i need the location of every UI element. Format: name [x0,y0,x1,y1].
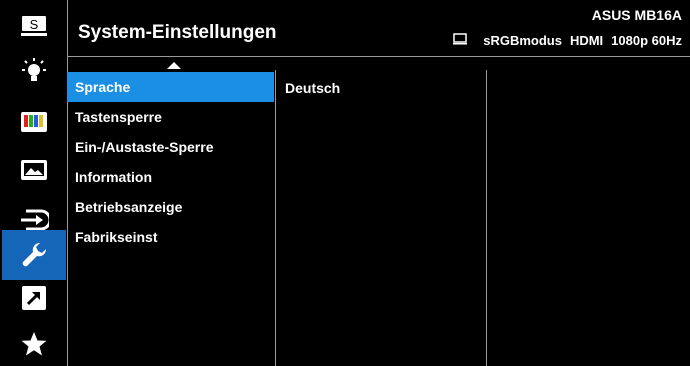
status-resolution: 1080p 60Hz [611,33,682,48]
menu-item-ein-austaste-sperre[interactable]: Ein-/Austaste-Sperre [67,132,274,162]
light-bulb-icon [22,58,46,81]
sidebar-item-blue-light-filter[interactable] [2,52,66,92]
color-bars-icon [21,112,47,132]
status-bar: sRGBmodus HDMI 1080p 60Hz [453,33,682,48]
sidebar-item-splendid[interactable]: S [2,6,66,46]
sidebar: S [2,6,66,366]
menu-item-fabrikseinst[interactable]: Fabrikseinst [67,222,274,252]
model-name: ASUS MB16A [591,7,682,23]
scroll-up-icon[interactable] [167,62,181,69]
wrench-icon [22,242,47,267]
monitor-icon [453,33,468,48]
sidebar-item-system-setup[interactable] [2,230,66,280]
sidebar-item-image[interactable] [2,150,66,190]
sidebar-item-color[interactable] [2,102,66,142]
sidebar-item-shortcut[interactable] [2,278,66,318]
menu-item-sprache[interactable]: Sprache [67,72,274,102]
splendid-glyph: S [30,17,39,32]
column-divider-1 [275,70,276,366]
image-icon [21,160,47,180]
page-title: System-Einstellungen [78,22,277,43]
submenu-value[interactable]: Deutsch [285,80,340,96]
sidebar-item-my-favorite[interactable] [2,324,66,364]
menu-item-tastensperre[interactable]: Tastensperre [67,102,274,132]
splendid-s-icon: S [21,16,47,36]
osd-menu: S System-Einstellungen ASUS MB16A sRGBmo… [0,0,690,366]
status-input: HDMI [569,33,604,48]
header-divider [67,56,690,57]
column-divider-2 [486,70,487,366]
menu-item-betriebsanzeige[interactable]: Betriebsanzeige [67,192,274,222]
star-icon [21,332,47,356]
status-mode: sRGBmodus [483,33,562,48]
menu-item-information[interactable]: Information [67,162,274,192]
shortcut-arrow-icon [22,286,46,310]
